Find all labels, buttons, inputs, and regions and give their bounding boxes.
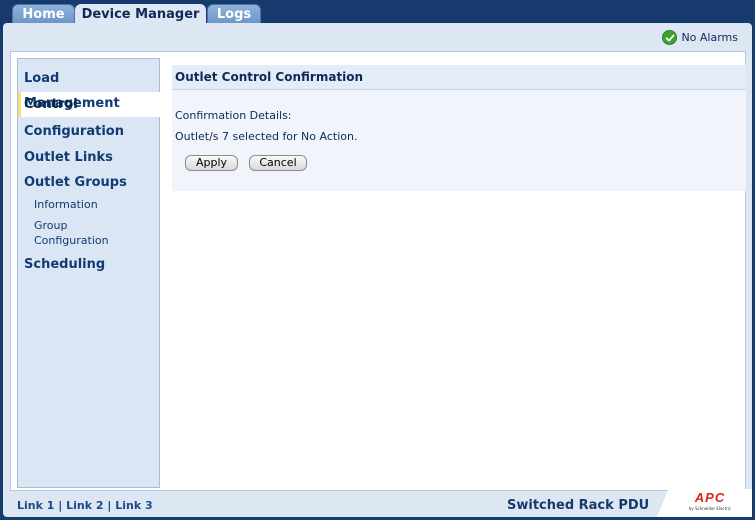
apc-logo-subtitle: by Schneider Electric <box>688 506 732 511</box>
cancel-button[interactable]: Cancel <box>249 155 307 171</box>
sidebar-item-outlet-links[interactable]: Outlet Links <box>18 145 159 170</box>
footer-link-2[interactable]: Link 2 <box>66 499 103 512</box>
tab-logs[interactable]: Logs <box>207 4 261 24</box>
footer-link-3[interactable]: Link 3 <box>115 499 152 512</box>
footer-link-1[interactable]: Link 1 <box>17 499 54 512</box>
product-name: Switched Rack PDU <box>507 498 650 513</box>
footer-links: Link 1 | Link 2 | Link 3 <box>17 499 153 512</box>
confirmation-box: Outlet Control Confirmation Confirmation… <box>172 65 746 191</box>
sidebar-subitem-label-line2: Configuration <box>34 234 109 247</box>
alarm-status[interactable]: No Alarms <box>662 30 738 45</box>
confirmation-details-text: Outlet/s 7 selected for No Action. <box>175 130 358 143</box>
page-title: Outlet Control Confirmation <box>172 65 746 90</box>
apply-button[interactable]: Apply <box>185 155 238 171</box>
sidebar-item-load-management[interactable]: Load Management <box>18 66 159 111</box>
logo-area: APC by Schneider Electric <box>657 489 752 517</box>
tab-bar: Home Device Manager Logs <box>0 0 755 24</box>
footer-separator: | <box>107 499 112 512</box>
check-icon <box>662 30 678 45</box>
footer-separator: | <box>58 499 63 512</box>
alarm-status-label: No Alarms <box>681 31 738 44</box>
sidebar-item-scheduling[interactable]: Scheduling <box>18 252 159 277</box>
sidebar-subitem-group-configuration[interactable]: Group Configuration <box>18 218 159 248</box>
sidebar: Load Management Control Configuration Ou… <box>17 58 160 488</box>
sidebar-item-configuration[interactable]: Configuration <box>18 119 159 144</box>
sidebar-subitem-label-line1: Group <box>34 219 68 232</box>
tab-device-manager[interactable]: Device Manager <box>75 4 206 24</box>
tab-home[interactable]: Home <box>12 4 75 24</box>
main-frame: No Alarms Load Management Control Config… <box>3 23 752 517</box>
apc-logo: APC <box>694 490 726 505</box>
confirmation-details-label: Confirmation Details: <box>175 109 292 122</box>
sidebar-subitem-information[interactable]: Information <box>18 197 159 212</box>
sidebar-item-outlet-groups[interactable]: Outlet Groups <box>18 170 159 195</box>
content-panel: Load Management Control Configuration Ou… <box>10 51 746 491</box>
